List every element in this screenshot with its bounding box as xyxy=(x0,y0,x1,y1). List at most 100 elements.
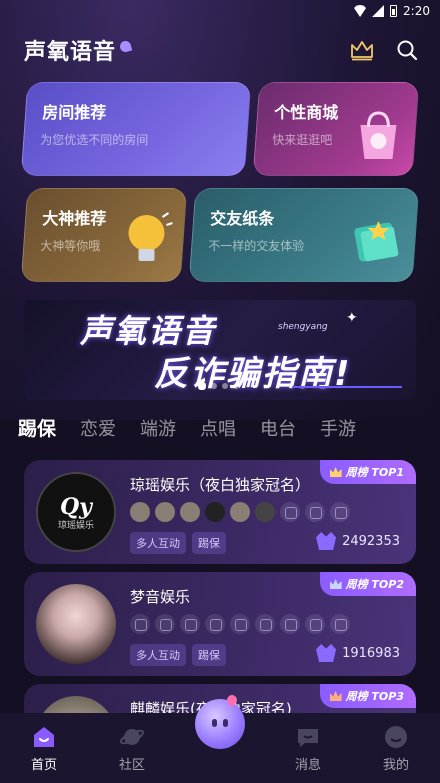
empty-seat-icon[interactable] xyxy=(330,502,350,522)
empty-seat-icon[interactable] xyxy=(330,614,350,634)
room-tag: 踢保 xyxy=(192,644,226,666)
room-tag: 多人互动 xyxy=(130,644,186,666)
profile-icon xyxy=(383,724,409,750)
crown-icon[interactable] xyxy=(350,39,374,61)
empty-seat-icon[interactable] xyxy=(280,502,300,522)
room-avatar: Qy 琼瑶娱乐 xyxy=(36,472,116,552)
crown-icon xyxy=(329,691,342,701)
lightbulb-icon xyxy=(123,211,173,273)
status-bar: 2:20 xyxy=(0,0,440,22)
seat-avatar[interactable] xyxy=(130,502,150,522)
room-tag: 踢保 xyxy=(192,532,226,554)
seat-avatar[interactable] xyxy=(155,502,175,522)
room-logo-text: Qy xyxy=(60,493,92,520)
heat-icon xyxy=(316,532,337,550)
empty-seat-icon[interactable] xyxy=(230,614,250,634)
room-card[interactable]: 梦音娱乐 周榜 TOP2 多人互动 踢保 1916983 xyxy=(24,572,416,676)
empty-seat-icon[interactable] xyxy=(305,614,325,634)
crown-icon xyxy=(329,579,342,589)
banner-dot[interactable] xyxy=(233,383,239,389)
heat-value: 2492353 xyxy=(342,533,400,549)
heart-icon xyxy=(118,39,133,53)
message-icon xyxy=(295,724,321,750)
heat-icon xyxy=(316,644,337,662)
banner-pinyin: shengyang xyxy=(278,322,328,332)
nav-label: 我的 xyxy=(382,758,409,773)
shopping-bag-icon xyxy=(352,107,404,167)
notebook-icon xyxy=(348,213,404,273)
nav-messages[interactable]: 消息 xyxy=(273,724,343,773)
empty-seat-icon[interactable] xyxy=(305,502,325,522)
home-icon xyxy=(31,724,57,750)
card-master-recommend[interactable]: 大神推荐 大神等你哦 xyxy=(20,188,188,282)
rank-label: 周榜 TOP1 xyxy=(345,466,404,479)
planet-icon xyxy=(119,724,145,750)
seat-avatar[interactable] xyxy=(205,502,225,522)
card-subtitle: 为您优选不同的房间 xyxy=(40,133,149,147)
empty-seat-icon[interactable] xyxy=(280,614,300,634)
card-shop[interactable]: 个性商城 快来逛逛吧 xyxy=(252,82,420,176)
category-tabs: 踢保 恋爱 端游 点唱 电台 手游 xyxy=(18,414,356,441)
signal-icon xyxy=(372,5,385,17)
tab-pc-games[interactable]: 端游 xyxy=(140,415,176,441)
tab-radio[interactable]: 电台 xyxy=(260,415,296,441)
nav-center-button[interactable] xyxy=(185,692,255,773)
heat-value: 1916983 xyxy=(342,645,400,661)
empty-seat-icon[interactable] xyxy=(155,614,175,634)
seat-avatar[interactable] xyxy=(255,502,275,522)
nav-profile[interactable]: 我的 xyxy=(361,724,431,773)
rank-badge: 周榜 TOP3 xyxy=(319,684,416,708)
room-heat: 1916983 xyxy=(316,644,400,662)
room-name: 梦音娱乐 xyxy=(130,588,191,606)
rank-label: 周榜 TOP3 xyxy=(345,690,404,703)
center-mascot-icon xyxy=(195,699,245,749)
room-tags: 多人互动 踢保 xyxy=(130,532,226,554)
card-title: 房间推荐 xyxy=(42,103,107,122)
search-icon[interactable] xyxy=(396,39,418,61)
room-logo-subtext: 琼瑶娱乐 xyxy=(57,520,94,531)
tab-tibao[interactable]: 踢保 xyxy=(18,414,56,441)
tab-mobile-games[interactable]: 手游 xyxy=(320,415,356,441)
room-heat: 2492353 xyxy=(316,532,400,550)
empty-seat-icon[interactable] xyxy=(130,614,150,634)
nav-home[interactable]: 首页 xyxy=(9,724,79,773)
empty-seat-icon[interactable] xyxy=(255,614,275,634)
seat-avatar[interactable] xyxy=(180,502,200,522)
seat-avatar[interactable] xyxy=(230,502,250,522)
tab-song-request[interactable]: 点唱 xyxy=(200,415,236,441)
room-tags: 多人互动 踢保 xyxy=(130,644,226,666)
status-time: 2:20 xyxy=(403,4,430,18)
room-tag: 多人互动 xyxy=(130,532,186,554)
battery-icon xyxy=(390,5,398,17)
room-avatar xyxy=(36,584,116,664)
card-friend-notes[interactable]: 交友纸条 不一样的交友体验 xyxy=(188,188,420,282)
rank-label: 周榜 TOP2 xyxy=(345,578,404,591)
brand: 声氧语音 xyxy=(24,34,133,66)
mic-seats xyxy=(130,502,350,522)
banner-dot[interactable] xyxy=(222,383,228,389)
banner-dot[interactable] xyxy=(211,383,217,389)
wifi-icon xyxy=(354,5,367,17)
app-title: 声氧语音 xyxy=(24,40,117,65)
card-room-recommend[interactable]: 房间推荐 为您优选不同的房间 xyxy=(20,82,252,176)
empty-seat-icon[interactable] xyxy=(205,614,225,634)
nav-community[interactable]: 社区 xyxy=(97,724,167,773)
nav-label: 消息 xyxy=(294,758,321,773)
room-name: 琼瑶娱乐（夜白独家冠名） xyxy=(130,476,311,494)
room-card[interactable]: Qy 琼瑶娱乐 琼瑶娱乐（夜白独家冠名） 周榜 TOP1 多人互动 踢保 249… xyxy=(24,460,416,564)
banner-decoration xyxy=(292,386,402,388)
rank-badge: 周榜 TOP1 xyxy=(319,460,416,484)
banner-dot[interactable] xyxy=(198,382,206,390)
mic-seats xyxy=(130,614,350,634)
nav-label: 社区 xyxy=(118,758,145,773)
tab-love[interactable]: 恋爱 xyxy=(80,415,116,441)
rank-badge: 周榜 TOP2 xyxy=(319,572,416,596)
crown-icon xyxy=(329,467,342,477)
sparkle-icon: ✦ xyxy=(346,310,358,326)
header-actions xyxy=(350,39,418,61)
bottom-nav: 首页 社区 消息 我的 xyxy=(0,692,440,783)
app-header: 声氧语音 xyxy=(24,30,418,70)
nav-label: 首页 xyxy=(30,758,57,773)
empty-seat-icon[interactable] xyxy=(180,614,200,634)
banner-pagination xyxy=(198,382,239,390)
